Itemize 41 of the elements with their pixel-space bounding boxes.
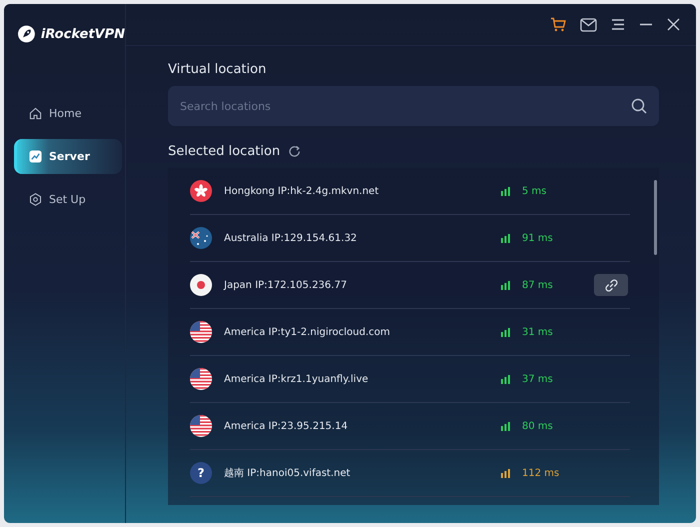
server-name[interactable]: America IP:krz1.1yuanfly.live bbox=[224, 374, 489, 384]
unknown-flag-icon: ? bbox=[190, 462, 212, 484]
close-icon[interactable] bbox=[667, 18, 680, 31]
server-name[interactable]: America IP:23.95.215.14 bbox=[224, 420, 489, 432]
app-name: iRocketVPN bbox=[40, 26, 125, 42]
connect-button[interactable] bbox=[594, 274, 628, 296]
mail-icon[interactable] bbox=[580, 18, 597, 32]
nav-item[interactable]: Home bbox=[14, 96, 122, 131]
nav-item[interactable]: Set Up bbox=[14, 182, 122, 217]
scrollbar[interactable] bbox=[654, 180, 657, 255]
latency: 37 ms bbox=[522, 374, 554, 384]
nav-item[interactable]: Server bbox=[14, 139, 122, 174]
section-title: Selected location bbox=[168, 144, 280, 159]
cart-icon[interactable] bbox=[550, 17, 566, 32]
flag-icon bbox=[190, 274, 212, 296]
flag-icon bbox=[190, 180, 212, 202]
menu-icon[interactable] bbox=[611, 18, 625, 31]
flag-icon bbox=[190, 415, 212, 437]
server-name[interactable]: 越南 IP:hanoi05.vifast.net bbox=[224, 466, 489, 480]
latency: 5 ms bbox=[522, 186, 548, 196]
refresh-icon[interactable] bbox=[288, 145, 302, 158]
server-name[interactable]: Australia IP:129.154.61.32 bbox=[224, 232, 489, 244]
section-title: Virtual location bbox=[168, 62, 268, 77]
chart-icon bbox=[29, 150, 42, 163]
settings-icon bbox=[29, 193, 42, 206]
search-field[interactable]: Search locations bbox=[168, 86, 659, 126]
search-icon[interactable] bbox=[631, 98, 647, 114]
latency: 87 ms bbox=[522, 280, 554, 290]
server-name[interactable]: Japan IP:172.105.236.77 bbox=[224, 280, 489, 290]
link-icon bbox=[604, 278, 618, 292]
latency: 80 ms bbox=[522, 420, 554, 432]
server-name[interactable]: Hongkong IP:hk-2.4g.mkvn.net bbox=[224, 186, 489, 196]
flag-icon bbox=[190, 227, 212, 249]
latency: 112 ms bbox=[522, 468, 560, 478]
home-icon bbox=[29, 107, 42, 120]
latency: 91 ms bbox=[522, 232, 554, 244]
latency: 31 ms bbox=[522, 326, 554, 338]
flag-icon bbox=[190, 321, 212, 343]
rocket-logo-icon bbox=[18, 24, 35, 44]
flag-icon bbox=[190, 368, 212, 390]
server-name[interactable]: America IP:ty1-2.nigirocloud.com bbox=[224, 326, 489, 338]
